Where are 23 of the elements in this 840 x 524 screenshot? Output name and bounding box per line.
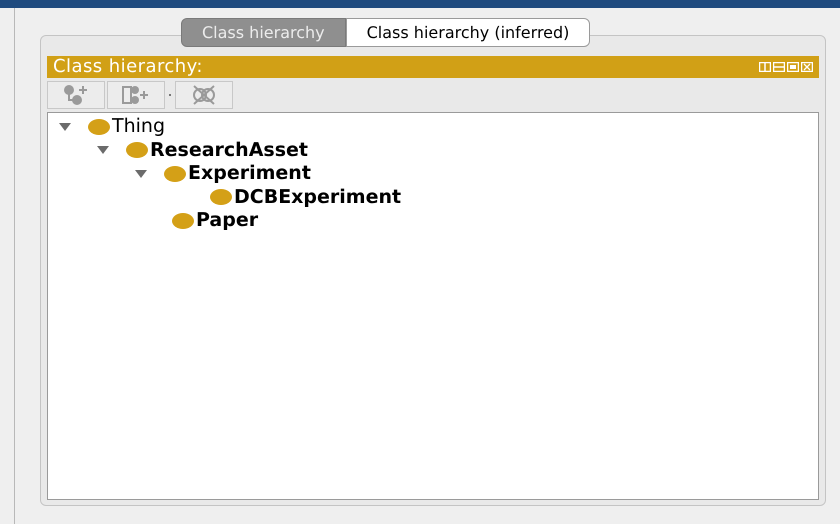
close-icon[interactable] xyxy=(801,62,813,72)
add-sibling-icon xyxy=(121,84,151,106)
add-subclass-button[interactable] xyxy=(47,81,105,109)
class-dot-icon xyxy=(164,166,186,182)
tab[interactable]: Class hierarchy (inferred) xyxy=(346,18,590,47)
class-dot-icon xyxy=(210,189,232,206)
class-label[interactable]: Experiment xyxy=(188,164,311,184)
class-label[interactable]: DCBExperiment xyxy=(234,188,402,207)
class-label[interactable]: Thing xyxy=(112,117,166,136)
class-label[interactable]: Paper xyxy=(196,211,258,230)
add-sibling-button[interactable] xyxy=(107,81,165,109)
delete-class-button[interactable] xyxy=(175,81,233,109)
expanded-triangle-icon[interactable] xyxy=(96,145,110,156)
panel-title: Class hierarchy: xyxy=(53,58,203,76)
maximize-icon[interactable] xyxy=(787,62,799,72)
class-dot-icon xyxy=(172,212,194,229)
split-horizontal-icon[interactable] xyxy=(773,62,785,72)
class-dot-icon xyxy=(126,142,148,158)
split-vertical-icon[interactable] xyxy=(759,62,771,72)
expanded-triangle-icon[interactable] xyxy=(58,122,72,132)
class-label[interactable]: ResearchAsset xyxy=(150,140,308,160)
expanded-triangle-icon[interactable] xyxy=(134,168,148,179)
class-dot-icon xyxy=(88,118,110,135)
